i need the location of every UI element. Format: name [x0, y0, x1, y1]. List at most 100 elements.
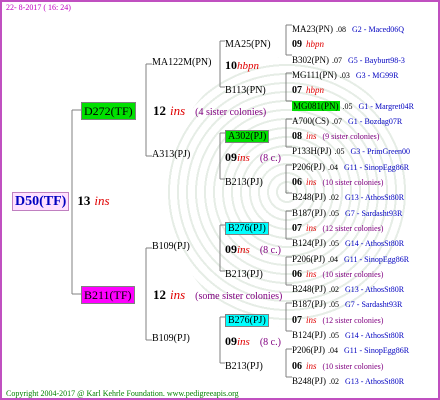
gen3-node-7[interactable]: B276(PJ) [225, 311, 269, 327]
gen4-location-link[interactable]: G3 - PrimGreen00 [351, 147, 411, 156]
gen4-queen-id: P206(PJ) [292, 161, 326, 172]
gen3-node-8[interactable]: B213(PJ) [225, 357, 263, 373]
gen4-queen-id: B248(PJ) [292, 192, 327, 203]
gen4-queen-row[interactable]: B248(PJ) .02 G13 - AthosSt80R [292, 188, 404, 204]
gen4-queen-id: B187(PJ) [292, 299, 327, 310]
gen4-queen-row[interactable]: P133H(PJ) .05 G3 - PrimGreen00 [292, 142, 410, 158]
gen4-value: .02 [329, 376, 340, 386]
gen4-queen-row[interactable]: B124(PJ) .05 G14 - AthosSt80R [292, 234, 404, 250]
gen4-mating-note: 08 ins (9 sister colonies) [292, 127, 379, 143]
gen4-note-label: ins [306, 131, 317, 142]
gen4-queen-row[interactable]: B187(PJ) .05 G7 - Sardasht93R [292, 204, 402, 220]
gen4-queen-row[interactable]: B124(PJ) .05 G14 - AthosSt80R [292, 326, 404, 342]
gen3-node-5-mating: 09ins (8 c.) [225, 242, 281, 256]
gen4-location-link[interactable]: G13 - AthosSt80R [345, 193, 404, 202]
gen4-location-link[interactable]: G14 - AthosSt80R [345, 239, 404, 248]
gen4-queen-row[interactable]: MG111(PN) .03 G3 - MG99R [292, 66, 399, 82]
gen4-note-sisters: (12 sister colonies) [322, 223, 384, 233]
gen4-queen-row[interactable]: P206(PJ) .04 G11 - SinopEgg86R [292, 158, 409, 174]
gen2-node-1[interactable]: MA122M(PN) [152, 58, 211, 68]
gen4-mating-note: 06 ins (10 sister colonies) [292, 173, 383, 189]
gen3-node-1[interactable]: MA25(PN) [225, 35, 271, 51]
gen4-note-label: hbpn [306, 39, 324, 50]
root-ins-count: 13 [77, 193, 91, 208]
gen4-mating-note: 06 ins (10 sister colonies) [292, 265, 383, 281]
gen4-queen-row[interactable]: MG081(PN) .05 G1 - Margret04R [292, 97, 414, 113]
gen4-queen-id: P206(PJ) [292, 345, 326, 356]
gen4-queen-row[interactable]: P206(PJ) .04 G11 - SinopEgg86R [292, 250, 409, 266]
root-node[interactable]: D50(TF) 13 ins [12, 192, 110, 211]
gen4-queen-id: A700(CS) [292, 115, 330, 126]
gen4-queen-id: MG111(PN) [292, 69, 337, 80]
gen4-queen-row[interactable]: P206(PJ) .04 G11 - SinopEgg86R [292, 341, 409, 357]
gen4-mating-note: 07 ins (12 sister colonies) [292, 311, 383, 327]
gen4-value: .04 [328, 162, 339, 172]
gen4-location-link[interactable]: G1 - Bozdag07R [348, 117, 402, 126]
gen4-queen-row[interactable]: B302(PN) .07 G5 - Bayburt98-3 [292, 51, 405, 67]
gen3-node-4[interactable]: B213(PJ) [225, 173, 263, 189]
gen4-note-label: ins [306, 314, 317, 325]
gen2-node-3[interactable]: B109(PJ) [152, 242, 190, 252]
gen2-node-4[interactable]: B109(PJ) [152, 334, 190, 344]
gen4-queen-row[interactable]: B248(PJ) .02 G13 - AthosSt80R [292, 280, 404, 296]
gen4-value: .03 [339, 70, 350, 80]
gen4-value: .05 [342, 101, 353, 111]
gen1-b211-mating: 12 ins (some sister colonies) [153, 287, 283, 302]
gen3-node-2[interactable]: B113(PN) [225, 81, 266, 97]
gen3-node-3-mating: 09ins (8 c.) [225, 150, 281, 164]
gen4-note-count: 06 [292, 268, 302, 280]
gen4-queen-row[interactable]: A700(CS) .07 G1 - Bozdag07R [292, 112, 402, 128]
gen4-value: .05 [329, 300, 340, 310]
gen4-location-link[interactable]: G2 - Maced06Q [352, 25, 404, 34]
gen4-value: .04 [328, 254, 339, 264]
gen3-node-6[interactable]: B213(PJ) [225, 265, 263, 281]
gen2-node-2[interactable]: A313(PJ) [152, 150, 190, 160]
gen4-queen-row[interactable]: B248(PJ) .02 G13 - AthosSt80R [292, 372, 404, 388]
gen1-d272-node[interactable]: D272(TF) [81, 102, 136, 120]
gen4-queen-id: P133H(PJ) [292, 146, 332, 157]
gen4-location-link[interactable]: G13 - AthosSt80R [345, 285, 404, 294]
gen4-queen-row[interactable]: MA23(PN) .08 G2 - Maced06Q [292, 20, 404, 36]
gen4-mating-note: 07 ins (12 sister colonies) [292, 219, 383, 235]
gen4-location-link[interactable]: G14 - AthosSt80R [345, 331, 404, 340]
gen3-node-7-mating: 09ins (8 c.) [225, 334, 281, 348]
gen4-note-label: ins [306, 222, 317, 233]
gen4-value: .07 [332, 116, 343, 126]
gen4-location-link[interactable]: G13 - AthosSt80R [345, 377, 404, 386]
gen4-location-link[interactable]: G7 - Sardasht93R [345, 209, 402, 218]
gen4-location-link[interactable]: G5 - Bayburt98-3 [348, 56, 405, 65]
gen4-queen-id: B124(PJ) [292, 238, 327, 249]
gen4-note-count: 07 [292, 314, 302, 326]
gen4-location-link[interactable]: G11 - SinopEgg86R [344, 255, 409, 264]
gen4-location-link[interactable]: G7 - Sardasht93R [345, 300, 402, 309]
gen4-note-count: 09 [292, 39, 302, 51]
gen4-mating-note: 07 hbpn [292, 81, 324, 97]
gen4-note-label: ins [306, 268, 317, 279]
gen4-queen-id: B248(PJ) [292, 284, 327, 295]
gen3-node-5[interactable]: B276(PJ) [225, 219, 269, 235]
gen4-location-link[interactable]: G11 - SinopEgg86R [344, 346, 409, 355]
gen4-value: .08 [336, 25, 347, 34]
gen1-b211-node[interactable]: B211(TF) [81, 286, 135, 304]
gen4-queen-id: MG081(PN) [292, 100, 340, 111]
gen4-location-link[interactable]: G11 - SinopEgg86R [344, 163, 409, 172]
gen1-b211-id: B211(TF) [81, 286, 135, 304]
gen4-value: .05 [329, 208, 340, 218]
gen4-note-count: 07 [292, 85, 302, 97]
gen4-value: .04 [328, 346, 339, 356]
root-queen: D50(TF) [12, 192, 70, 211]
gen4-value: .05 [329, 239, 340, 249]
gen4-location-link[interactable]: G3 - MG99R [356, 71, 399, 80]
gen4-note-sisters: (10 sister colonies) [322, 178, 384, 187]
gen4-queen-row[interactable]: B187(PJ) .05 G7 - Sardasht93R [292, 295, 402, 311]
gen4-note-sisters: (9 sister colonies) [322, 132, 380, 142]
gen4-mating-note: 06 ins (10 sister colonies) [292, 357, 383, 373]
gen1-d272-id: D272(TF) [81, 102, 136, 120]
gen3-node-3[interactable]: A302(PJ) [225, 127, 270, 143]
gen1-d272-mating: 12 ins (4 sister colonies) [153, 103, 267, 118]
gen4-location-link[interactable]: G1 - Margret04R [359, 102, 414, 111]
gen4-value: .05 [329, 331, 340, 340]
root-ins-label: ins [94, 193, 110, 208]
gen4-value: .07 [332, 55, 343, 65]
gen4-note-count: 06 [292, 177, 302, 188]
